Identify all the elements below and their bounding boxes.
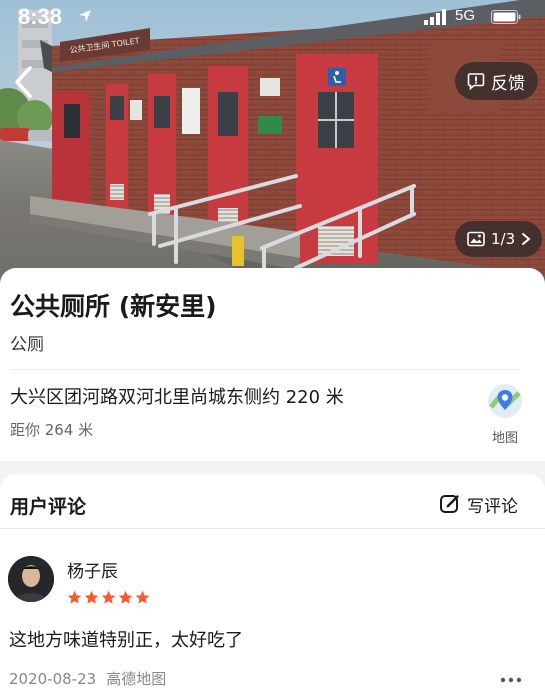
star-icon xyxy=(135,590,150,604)
review-text: 这地方味道特别正，太好吃了 xyxy=(9,630,243,651)
star-icon xyxy=(67,590,82,604)
battery-icon xyxy=(491,10,521,24)
back-button[interactable] xyxy=(10,62,40,102)
user-avatar-image xyxy=(8,556,54,602)
more-options-icon[interactable] xyxy=(500,677,522,683)
write-review-label: 写评论 xyxy=(467,496,518,517)
location-arrow-icon xyxy=(79,10,91,22)
photo-counter: 1/3 xyxy=(491,230,516,248)
review-source: 高德地图 xyxy=(106,670,167,688)
photo-gallery-button[interactable]: 1/3 xyxy=(455,221,543,257)
image-icon xyxy=(467,231,485,247)
chevron-left-icon xyxy=(15,66,32,98)
edit-icon xyxy=(440,495,459,513)
place-category: 公厕 xyxy=(10,335,44,355)
status-bar: 8:38 5G xyxy=(0,0,545,34)
feedback-icon xyxy=(467,73,485,90)
feedback-button[interactable]: 反馈 xyxy=(455,62,538,100)
map-label: 地图 xyxy=(491,431,518,446)
place-address[interactable]: 大兴区团河路双河北里尚城东侧约 220 米 xyxy=(10,383,344,409)
reviews-section-title: 用户评论 xyxy=(10,496,87,518)
network-type: 5G xyxy=(455,7,476,24)
divider xyxy=(10,369,520,370)
review-date: 2020-08-23 xyxy=(9,670,97,688)
cell-signal-icon xyxy=(424,9,446,25)
review-meta: 2020-08-23 高德地图 xyxy=(9,668,166,689)
status-time: 8:38 xyxy=(18,4,63,29)
place-name: 公共厕所 (新安里) xyxy=(10,292,217,321)
divider xyxy=(0,528,545,529)
feedback-label: 反馈 xyxy=(491,73,525,94)
chevron-right-icon xyxy=(522,233,531,245)
star-icon xyxy=(101,590,116,604)
avatar[interactable] xyxy=(8,556,54,602)
map-pin-icon xyxy=(488,384,522,418)
write-review-button[interactable]: 写评论 xyxy=(439,490,518,518)
place-distance: 距你 264 米 xyxy=(10,421,94,439)
star-icon xyxy=(118,590,133,604)
map-button[interactable]: 地图 xyxy=(482,383,528,446)
review-username[interactable]: 杨子辰 xyxy=(67,557,118,582)
star-icon xyxy=(84,590,99,604)
review-rating xyxy=(67,590,150,605)
